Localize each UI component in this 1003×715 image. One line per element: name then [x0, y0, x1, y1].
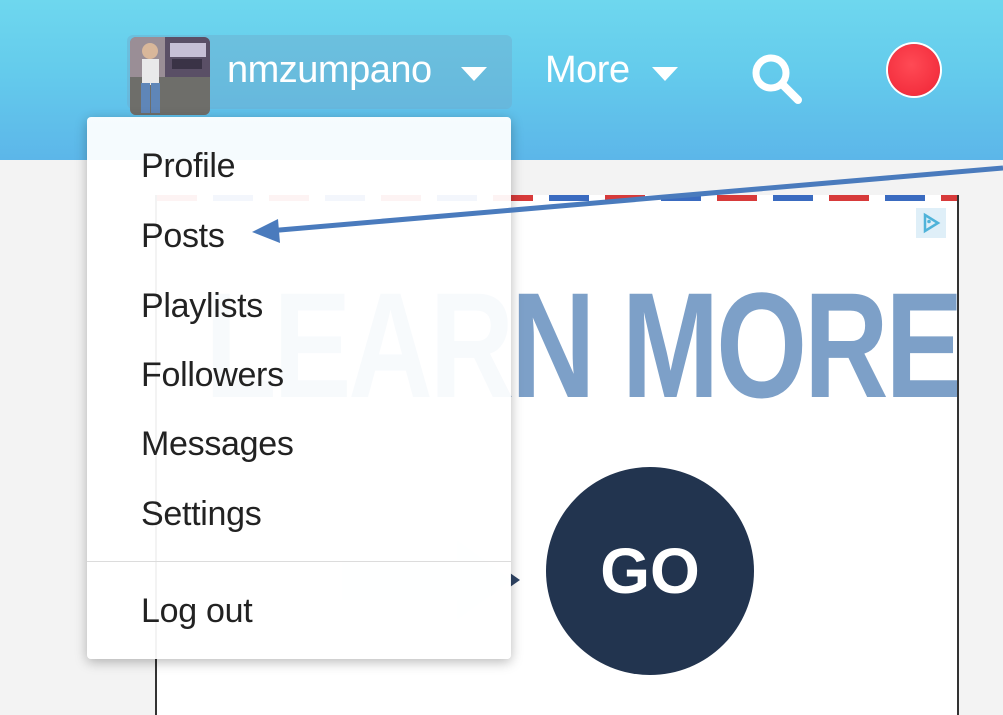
user-dropdown-menu: Profile Posts Playlists Followers Messag… [87, 117, 511, 659]
menu-item-settings[interactable]: Settings [141, 495, 262, 534]
search-icon[interactable] [748, 50, 804, 106]
menu-item-playlists[interactable]: Playlists [141, 287, 263, 326]
menu-item-profile[interactable]: Profile [141, 147, 236, 186]
record-icon[interactable] [888, 44, 940, 96]
menu-item-posts[interactable]: Posts [141, 217, 225, 256]
menu-divider [87, 561, 511, 562]
more-menu-label[interactable]: More [545, 49, 630, 92]
menu-item-followers[interactable]: Followers [141, 356, 284, 395]
avatar[interactable] [130, 37, 210, 115]
go-button[interactable]: GO [546, 467, 754, 675]
menu-item-messages[interactable]: Messages [141, 425, 294, 464]
chevron-down-icon [461, 67, 487, 81]
username-label[interactable]: nmzumpano [227, 49, 432, 92]
ad-choices-icon[interactable] [916, 208, 946, 238]
menu-item-logout[interactable]: Log out [141, 592, 253, 631]
chevron-down-icon [652, 67, 678, 81]
